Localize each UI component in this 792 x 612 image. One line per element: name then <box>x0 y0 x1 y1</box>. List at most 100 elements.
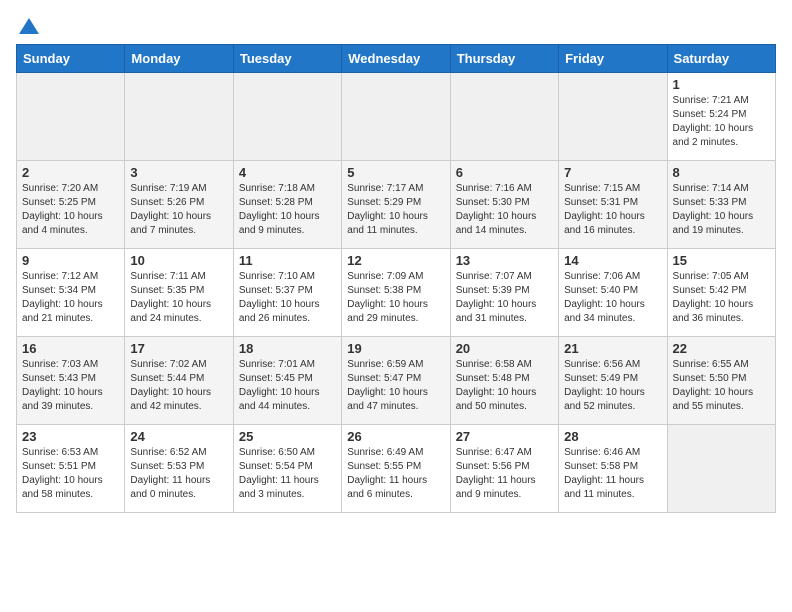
calendar-cell: 23 Sunrise: 6:53 AM Sunset: 5:51 PM Dayli… <box>17 425 125 513</box>
day-info: Sunrise: 7:21 AM Sunset: 5:24 PM Dayligh… <box>673 94 770 150</box>
day-info: Sunrise: 6:52 AM Sunset: 5:53 PM Dayligh… <box>130 446 227 502</box>
calendar-cell: 7Sunrise: 7:15 AM Sunset: 5:31 PM Daylig… <box>559 161 667 249</box>
day-number: 17 <box>130 341 227 356</box>
day-number: 6 <box>456 165 553 180</box>
day-info: Sunrise: 7:15 AM Sunset: 5:31 PM Dayligh… <box>564 182 661 238</box>
day-number: 19 <box>347 341 444 356</box>
day-number: 28 <box>564 429 661 444</box>
calendar-week-3: 9 Sunrise: 7:12 AM Sunset: 5:34 PM Daylig… <box>17 249 776 337</box>
day-number: 2 <box>22 165 119 180</box>
calendar-week-2: 2 Sunrise: 7:20 AM Sunset: 5:25 PM Daylig… <box>17 161 776 249</box>
day-number: 20 <box>456 341 553 356</box>
calendar-cell <box>233 73 341 161</box>
calendar-cell <box>342 73 450 161</box>
calendar-week-5: 23 Sunrise: 6:53 AM Sunset: 5:51 PM Dayli… <box>17 425 776 513</box>
day-info: Sunrise: 7:20 AM Sunset: 5:25 PM Dayligh… <box>22 182 119 238</box>
day-info: Sunrise: 6:56 AM Sunset: 5:49 PM Dayligh… <box>564 358 661 414</box>
calendar-cell: 6 Sunrise: 7:16 AM Sunset: 5:30 PM Daylig… <box>450 161 558 249</box>
calendar-cell: 19 Sunrise: 6:59 AM Sunset: 5:47 PM Dayli… <box>342 337 450 425</box>
calendar-cell: 8 Sunrise: 7:14 AM Sunset: 5:33 PM Daylig… <box>667 161 775 249</box>
calendar-cell <box>667 425 775 513</box>
day-number: 18 <box>239 341 336 356</box>
calendar-cell: 25 Sunrise: 6:50 AM Sunset: 5:54 PM Dayli… <box>233 425 341 513</box>
day-number: 23 <box>22 429 119 444</box>
day-number: 22 <box>673 341 770 356</box>
calendar: SundayMondayTuesdayWednesdayThursdayFrid… <box>16 44 776 513</box>
day-info: Sunrise: 6:47 AM Sunset: 5:56 PM Dayligh… <box>456 446 553 502</box>
day-info: Sunrise: 7:11 AM Sunset: 5:35 PM Dayligh… <box>130 270 227 326</box>
calendar-cell: 5Sunrise: 7:17 AM Sunset: 5:29 PM Daylig… <box>342 161 450 249</box>
day-info: Sunrise: 6:55 AM Sunset: 5:50 PM Dayligh… <box>673 358 770 414</box>
day-info: Sunrise: 6:58 AM Sunset: 5:48 PM Dayligh… <box>456 358 553 414</box>
calendar-cell: 4 Sunrise: 7:18 AM Sunset: 5:28 PM Daylig… <box>233 161 341 249</box>
day-info: Sunrise: 7:05 AM Sunset: 5:42 PM Dayligh… <box>673 270 770 326</box>
calendar-cell: 14Sunrise: 7:06 AM Sunset: 5:40 PM Dayli… <box>559 249 667 337</box>
calendar-cell: 11 Sunrise: 7:10 AM Sunset: 5:37 PM Dayli… <box>233 249 341 337</box>
calendar-week-4: 16 Sunrise: 7:03 AM Sunset: 5:43 PM Dayli… <box>17 337 776 425</box>
day-number: 10 <box>130 253 227 268</box>
day-info: Sunrise: 7:10 AM Sunset: 5:37 PM Dayligh… <box>239 270 336 326</box>
weekday-header-friday: Friday <box>559 45 667 73</box>
calendar-cell: 3 Sunrise: 7:19 AM Sunset: 5:26 PM Daylig… <box>125 161 233 249</box>
day-info: Sunrise: 6:59 AM Sunset: 5:47 PM Dayligh… <box>347 358 444 414</box>
day-info: Sunrise: 7:03 AM Sunset: 5:43 PM Dayligh… <box>22 358 119 414</box>
calendar-week-1: 1Sunrise: 7:21 AM Sunset: 5:24 PM Daylig… <box>17 73 776 161</box>
calendar-cell: 24 Sunrise: 6:52 AM Sunset: 5:53 PM Dayli… <box>125 425 233 513</box>
day-info: Sunrise: 7:02 AM Sunset: 5:44 PM Dayligh… <box>130 358 227 414</box>
day-number: 24 <box>130 429 227 444</box>
calendar-cell: 22 Sunrise: 6:55 AM Sunset: 5:50 PM Dayli… <box>667 337 775 425</box>
day-info: Sunrise: 6:49 AM Sunset: 5:55 PM Dayligh… <box>347 446 444 502</box>
calendar-cell: 28 Sunrise: 6:46 AM Sunset: 5:58 PM Dayli… <box>559 425 667 513</box>
calendar-cell: 18Sunrise: 7:01 AM Sunset: 5:45 PM Dayli… <box>233 337 341 425</box>
day-number: 3 <box>130 165 227 180</box>
logo <box>16 16 39 36</box>
calendar-cell: 21 Sunrise: 6:56 AM Sunset: 5:49 PM Dayli… <box>559 337 667 425</box>
day-info: Sunrise: 7:14 AM Sunset: 5:33 PM Dayligh… <box>673 182 770 238</box>
calendar-cell <box>450 73 558 161</box>
day-number: 25 <box>239 429 336 444</box>
calendar-cell: 15 Sunrise: 7:05 AM Sunset: 5:42 PM Dayli… <box>667 249 775 337</box>
calendar-cell: 16 Sunrise: 7:03 AM Sunset: 5:43 PM Dayli… <box>17 337 125 425</box>
calendar-cell: 27Sunrise: 6:47 AM Sunset: 5:56 PM Dayli… <box>450 425 558 513</box>
day-number: 16 <box>22 341 119 356</box>
calendar-cell <box>125 73 233 161</box>
day-number: 14 <box>564 253 661 268</box>
page-header <box>16 16 776 36</box>
weekday-header-wednesday: Wednesday <box>342 45 450 73</box>
day-number: 26 <box>347 429 444 444</box>
calendar-cell <box>559 73 667 161</box>
weekday-header-monday: Monday <box>125 45 233 73</box>
day-number: 21 <box>564 341 661 356</box>
weekday-header-sunday: Sunday <box>17 45 125 73</box>
weekday-header-thursday: Thursday <box>450 45 558 73</box>
day-number: 15 <box>673 253 770 268</box>
calendar-cell: 2 Sunrise: 7:20 AM Sunset: 5:25 PM Daylig… <box>17 161 125 249</box>
day-number: 9 <box>22 253 119 268</box>
day-number: 8 <box>673 165 770 180</box>
day-number: 5 <box>347 165 444 180</box>
day-info: Sunrise: 7:09 AM Sunset: 5:38 PM Dayligh… <box>347 270 444 326</box>
day-number: 4 <box>239 165 336 180</box>
day-info: Sunrise: 6:53 AM Sunset: 5:51 PM Dayligh… <box>22 446 119 502</box>
day-info: Sunrise: 6:46 AM Sunset: 5:58 PM Dayligh… <box>564 446 661 502</box>
day-number: 13 <box>456 253 553 268</box>
calendar-cell: 20 Sunrise: 6:58 AM Sunset: 5:48 PM Dayli… <box>450 337 558 425</box>
calendar-cell <box>17 73 125 161</box>
weekday-header-row: SundayMondayTuesdayWednesdayThursdayFrid… <box>17 45 776 73</box>
calendar-cell: 17 Sunrise: 7:02 AM Sunset: 5:44 PM Dayli… <box>125 337 233 425</box>
day-number: 11 <box>239 253 336 268</box>
calendar-cell: 1Sunrise: 7:21 AM Sunset: 5:24 PM Daylig… <box>667 73 775 161</box>
day-info: Sunrise: 7:16 AM Sunset: 5:30 PM Dayligh… <box>456 182 553 238</box>
calendar-cell: 9 Sunrise: 7:12 AM Sunset: 5:34 PM Daylig… <box>17 249 125 337</box>
calendar-cell: 26 Sunrise: 6:49 AM Sunset: 5:55 PM Dayli… <box>342 425 450 513</box>
day-info: Sunrise: 7:18 AM Sunset: 5:28 PM Dayligh… <box>239 182 336 238</box>
weekday-header-tuesday: Tuesday <box>233 45 341 73</box>
weekday-header-saturday: Saturday <box>667 45 775 73</box>
day-number: 12 <box>347 253 444 268</box>
day-info: Sunrise: 7:12 AM Sunset: 5:34 PM Dayligh… <box>22 270 119 326</box>
logo-text <box>16 16 39 36</box>
day-info: Sunrise: 7:07 AM Sunset: 5:39 PM Dayligh… <box>456 270 553 326</box>
calendar-cell: 13 Sunrise: 7:07 AM Sunset: 5:39 PM Dayli… <box>450 249 558 337</box>
day-info: Sunrise: 6:50 AM Sunset: 5:54 PM Dayligh… <box>239 446 336 502</box>
day-info: Sunrise: 7:19 AM Sunset: 5:26 PM Dayligh… <box>130 182 227 238</box>
